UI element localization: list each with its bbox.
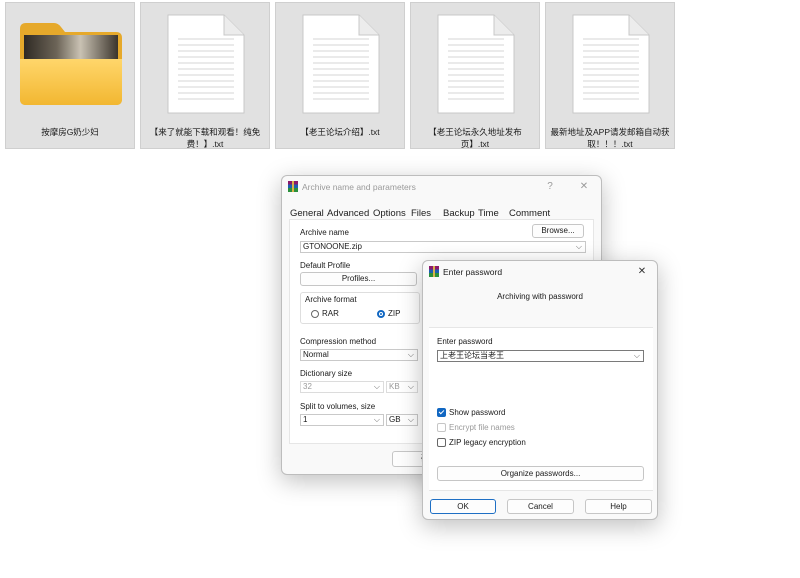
close-button[interactable]: ✕ bbox=[575, 179, 593, 195]
file-tile-txt[interactable]: 【来了就能下载和观看！纯免费！】.txt bbox=[140, 2, 270, 149]
winrar-icon bbox=[429, 266, 439, 277]
zip-legacy-encryption-label: ZIP legacy encryption bbox=[449, 438, 526, 447]
password-value: 上老王论坛当老王 bbox=[440, 351, 504, 360]
file-name: 【老王论坛永久地址发布页】.txt bbox=[428, 127, 522, 149]
compression-method-label: Compression method bbox=[300, 337, 377, 346]
cancel-button[interactable]: Cancel bbox=[507, 499, 574, 514]
zip-legacy-encryption-checkbox[interactable] bbox=[437, 438, 446, 447]
organize-passwords-button[interactable]: Organize passwords... bbox=[437, 466, 644, 481]
subtitle: Archiving with password bbox=[497, 292, 583, 301]
file-name: 【来了就能下载和观看！纯免费！】.txt bbox=[149, 127, 261, 149]
tab-backup[interactable]: Backup bbox=[443, 208, 475, 219]
default-profile-label: Default Profile bbox=[300, 261, 351, 270]
dictionary-unit-select: KB ⌵ bbox=[386, 381, 418, 393]
folder-icon bbox=[20, 23, 122, 105]
encrypt-file-names-label: Encrypt file names bbox=[449, 423, 515, 432]
archive-format-group: Archive format RAR ZIP bbox=[300, 292, 420, 324]
chevron-down-icon: ⌵ bbox=[373, 382, 380, 391]
rar-radio[interactable] bbox=[311, 310, 319, 318]
compression-method-value: Normal bbox=[303, 350, 329, 359]
dictionary-size-select: 32 ⌵ bbox=[300, 381, 384, 393]
zip-radio[interactable] bbox=[377, 310, 385, 318]
chevron-down-icon: ⌵ bbox=[407, 382, 414, 391]
dictionary-unit: KB bbox=[389, 382, 400, 391]
zip-label: ZIP bbox=[388, 309, 401, 318]
tab-advanced[interactable]: Advanced bbox=[327, 208, 369, 219]
archive-format-label: Archive format bbox=[305, 295, 357, 304]
archive-name-label: Archive name bbox=[300, 228, 349, 237]
chevron-down-icon[interactable]: ⌵ bbox=[374, 415, 380, 425]
split-unit: GB bbox=[389, 415, 401, 424]
rar-label: RAR bbox=[322, 309, 339, 318]
file-tile-txt[interactable]: 【老王论坛永久地址发布页】.txt bbox=[410, 2, 540, 149]
encrypt-file-names-checkbox bbox=[437, 423, 446, 432]
show-password-checkbox[interactable] bbox=[437, 408, 446, 417]
file-name: 最新地址及APP请发邮箱自动获取！！！.txt bbox=[550, 127, 670, 149]
title-bar[interactable]: Enter password ✕ bbox=[423, 261, 657, 283]
ok-button[interactable]: OK bbox=[430, 499, 496, 514]
chevron-down-icon[interactable]: ⌵ bbox=[634, 351, 640, 361]
profiles-button[interactable]: Profiles... bbox=[300, 272, 417, 286]
tab-options[interactable]: Options bbox=[373, 208, 406, 219]
title-bar[interactable]: Archive name and parameters ? ✕ bbox=[282, 176, 601, 198]
show-password-label: Show password bbox=[449, 408, 506, 417]
dialog-title: Archive name and parameters bbox=[302, 182, 416, 192]
compression-method-select[interactable]: Normal ⌵ bbox=[300, 349, 418, 361]
tab-comment[interactable]: Comment bbox=[509, 208, 550, 219]
help-button[interactable]: Help bbox=[585, 499, 652, 514]
chevron-down-icon: ⌵ bbox=[407, 415, 414, 424]
file-tile-txt[interactable]: 【老王论坛介绍】.txt bbox=[275, 2, 405, 149]
split-size-value: 1 bbox=[303, 415, 308, 424]
file-tile-folder[interactable]: 按摩房G奶少妇 bbox=[5, 2, 135, 149]
enter-password-dialog: Enter password ✕ Archiving with password… bbox=[422, 260, 658, 520]
close-button[interactable]: ✕ bbox=[633, 264, 651, 280]
tab-time[interactable]: Time bbox=[478, 208, 499, 219]
split-size-field[interactable]: 1 ⌵ bbox=[300, 414, 384, 426]
file-name: 【老王论坛介绍】.txt bbox=[300, 127, 380, 137]
chevron-down-icon[interactable]: ⌵ bbox=[576, 242, 582, 252]
dictionary-size-label: Dictionary size bbox=[300, 369, 353, 378]
archive-name-field[interactable]: GTONOONE.zip ⌵ bbox=[300, 241, 586, 253]
split-volumes-label: Split to volumes, size bbox=[300, 402, 376, 411]
help-button[interactable]: ? bbox=[541, 179, 559, 195]
enter-password-label: Enter password bbox=[437, 337, 493, 346]
password-panel: Enter password 上老王论坛当老王 ⌵ Show password … bbox=[429, 327, 653, 491]
text-file-icon bbox=[302, 14, 380, 114]
tab-general[interactable]: General bbox=[290, 208, 324, 219]
text-file-icon bbox=[572, 14, 650, 114]
text-file-icon bbox=[437, 14, 515, 114]
archive-name-value: GTONOONE.zip bbox=[303, 242, 362, 251]
tab-files[interactable]: Files bbox=[411, 208, 431, 219]
file-tile-txt[interactable]: 最新地址及APP请发邮箱自动获取！！！.txt bbox=[545, 2, 675, 149]
split-unit-select[interactable]: GB ⌵ bbox=[386, 414, 418, 426]
chevron-down-icon: ⌵ bbox=[407, 350, 414, 359]
browse-button[interactable]: Browse... bbox=[532, 224, 584, 238]
text-file-icon bbox=[167, 14, 245, 114]
file-name: 按摩房G奶少妇 bbox=[41, 127, 99, 137]
winrar-icon bbox=[288, 181, 298, 192]
dictionary-size-value: 32 bbox=[303, 382, 312, 391]
password-input[interactable]: 上老王论坛当老王 ⌵ bbox=[437, 350, 644, 362]
dialog-title: Enter password bbox=[443, 267, 503, 277]
